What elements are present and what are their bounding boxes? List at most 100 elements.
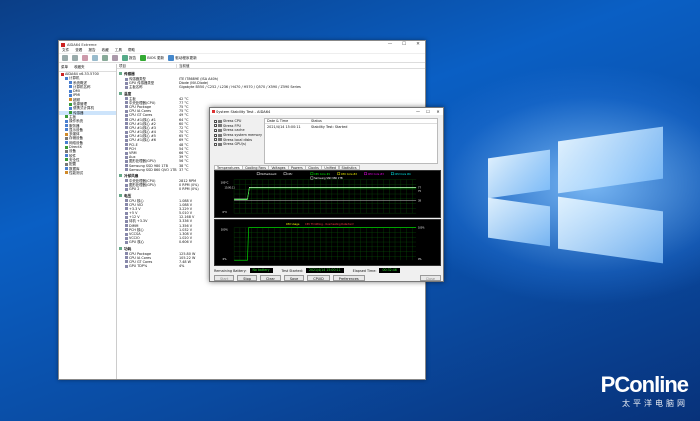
sensor-icon xyxy=(125,240,128,244)
tree-item-icon xyxy=(69,98,72,102)
component-icon xyxy=(218,128,222,132)
stability-close-button[interactable]: ✕ xyxy=(433,109,443,114)
tree-item-icon xyxy=(65,162,68,166)
current-value-label: 77 xyxy=(418,186,421,189)
sensor-icon xyxy=(125,159,128,163)
forward-icon[interactable] xyxy=(72,55,78,61)
tab-menu[interactable]: 菜单 xyxy=(61,65,68,70)
tree-item-icon xyxy=(69,93,72,97)
checkbox[interactable]: ✓ xyxy=(214,128,218,132)
close-window-button[interactable]: Close xyxy=(419,275,441,281)
section-icon xyxy=(119,193,122,197)
stability-maximize-button[interactable]: ☐ xyxy=(423,109,433,114)
remaining-battery-value: No battery xyxy=(249,268,273,273)
menu-tools[interactable]: 工具 xyxy=(115,48,122,53)
chart-icon[interactable] xyxy=(112,55,118,61)
sensor-icon xyxy=(125,264,128,268)
sensor-icon xyxy=(125,147,128,151)
stress-option[interactable]: Stress GPU(s) xyxy=(214,142,262,147)
sensor-icon xyxy=(125,97,128,101)
checkbox[interactable]: ✓ xyxy=(214,133,218,137)
sensor-value: 4% xyxy=(179,264,185,269)
section-title: 传感器 xyxy=(124,72,135,76)
back-icon[interactable] xyxy=(62,55,68,61)
tab-favorites[interactable]: 收藏夹 xyxy=(74,65,85,70)
legend-checkbox xyxy=(283,172,287,176)
section-title: 温度 xyxy=(124,91,132,96)
sensor-icon xyxy=(125,211,128,215)
test-started-label: Test Started: xyxy=(281,268,303,273)
sensor-label: GPU 2 xyxy=(129,187,140,192)
status-row: 2021/4/14 15:00:11 Stability Test: Start… xyxy=(265,124,437,129)
maximize-button[interactable]: ☐ xyxy=(397,42,411,47)
tree-item[interactable]: 性能测试 xyxy=(59,171,116,175)
section-icon xyxy=(119,246,122,250)
sensor-row[interactable]: 主板名称 Gigabyte B550 / C252 / L236 / H470 /… xyxy=(117,85,425,89)
legend-label: Motherboard xyxy=(260,172,276,176)
status-text: Stability Test: Started xyxy=(311,124,348,129)
time-label: 15:00:11 xyxy=(224,186,235,189)
menu-file[interactable]: 文件 xyxy=(62,48,69,53)
tree-item-icon xyxy=(65,171,68,175)
checkbox[interactable] xyxy=(214,138,217,142)
close-button[interactable]: ✕ xyxy=(411,42,425,47)
legend-label: CPU Core #4 xyxy=(395,172,411,176)
current-value-label: 38 xyxy=(418,199,421,202)
watermark-main: PConline xyxy=(600,372,689,397)
sensor-icon xyxy=(125,236,128,240)
sensor-value: 37 °C xyxy=(179,167,189,172)
checkbox[interactable]: ✓ xyxy=(214,119,218,123)
up-icon[interactable] xyxy=(82,55,88,61)
stress-option-label: Stress local disks xyxy=(223,137,253,142)
remaining-battery-label: Remaining Battery: xyxy=(214,268,247,273)
user-icon[interactable] xyxy=(102,55,108,61)
minimize-button[interactable]: — xyxy=(383,42,397,47)
sensor-icon xyxy=(125,118,128,121)
cpu-usage-value: 100% xyxy=(418,227,425,230)
watermark: PConline 太平洋电脑网 xyxy=(600,372,689,409)
stop-button[interactable]: Stop xyxy=(237,275,258,281)
stress-option-label: Stress system memory xyxy=(223,133,263,138)
checkbox[interactable] xyxy=(214,142,217,146)
test-info-bar: Remaining Battery: No battery Test Start… xyxy=(214,268,441,273)
tree-item-label: 性能测试 xyxy=(69,170,83,175)
column-value[interactable]: 当前值 xyxy=(177,64,190,69)
stress-option-label: Stress cache xyxy=(223,128,245,133)
y-axis-min: 0% xyxy=(223,257,228,261)
y-axis-max: 100% xyxy=(221,228,229,232)
save-button[interactable]: Save xyxy=(283,275,305,281)
sensor-name: GPU 2 xyxy=(117,187,177,191)
menu-help[interactable]: 帮助 xyxy=(128,48,135,53)
sensor-icon xyxy=(125,81,128,85)
menu-view[interactable]: 查看 xyxy=(75,48,82,53)
stability-test-window: System Stability Test - AIDA64 — ☐ ✕ ✓ St… xyxy=(209,107,444,282)
test-started-value: 2021/4/14 15:00:11 xyxy=(305,268,344,273)
tree-item-icon xyxy=(69,89,72,93)
download-icon xyxy=(140,55,147,61)
stability-minimize-button[interactable]: — xyxy=(413,109,423,114)
sensor-icon xyxy=(125,134,128,138)
clear-button[interactable]: Clear xyxy=(260,275,281,281)
windows-logo xyxy=(488,122,678,272)
sensor-value: 0.606 V xyxy=(179,240,193,245)
bios-update-button[interactable]: BIOS 更新 xyxy=(140,55,164,61)
menu-report[interactable]: 报告 xyxy=(88,48,95,53)
tree-item-icon xyxy=(69,111,72,115)
preferences-button[interactable]: Preferences xyxy=(332,275,365,281)
tree-item-icon xyxy=(65,145,68,149)
report-button[interactable]: 报告 xyxy=(122,55,136,61)
start-button[interactable]: Start xyxy=(214,275,235,281)
sensor-value: 0 RPM (0%) xyxy=(179,187,199,192)
menu-favorites[interactable]: 收藏 xyxy=(102,48,109,53)
stability-title-bar[interactable]: System Stability Test - AIDA64 — ☐ ✕ xyxy=(210,108,443,115)
cpu-usage-graph: CPU Usage CPU Throttling - Overheating De… xyxy=(214,219,441,266)
cpuid-button[interactable]: CPUID xyxy=(307,275,330,281)
driver-update-button[interactable]: 驱动程序更新 xyxy=(168,55,197,61)
sensor-icon xyxy=(125,126,128,130)
sensor-icon xyxy=(125,256,128,260)
checkbox[interactable]: ✓ xyxy=(214,124,218,128)
refresh-icon[interactable] xyxy=(92,55,98,61)
tree-item-icon xyxy=(65,76,68,80)
column-item[interactable]: 项目 xyxy=(117,63,177,69)
title-bar[interactable]: AIDA64 Extreme — ☐ ✕ xyxy=(59,41,425,48)
